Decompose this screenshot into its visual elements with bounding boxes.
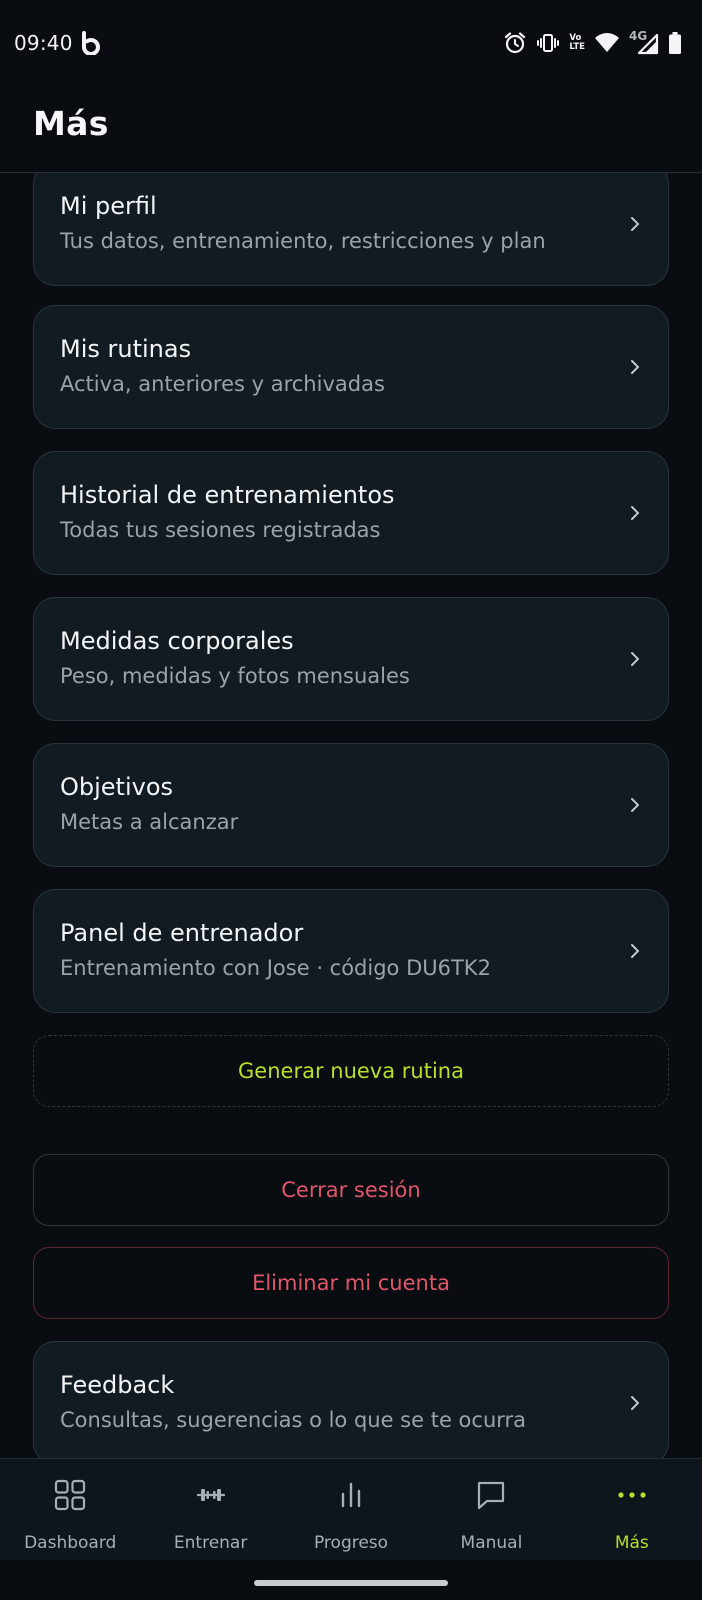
- card-subtitle: Entrenamiento con Jose · código DU6TK2: [60, 956, 491, 980]
- menu-card-historial[interactable]: Historial de entrenamientos Todas tus se…: [33, 451, 669, 575]
- chevron-right-icon: [631, 798, 639, 812]
- nav-label: Dashboard: [24, 1533, 117, 1553]
- menu-card-medidas-corporales[interactable]: Medidas corporales Peso, medidas y fotos…: [33, 597, 669, 721]
- menu-card-mis-rutinas[interactable]: Mis rutinas Activa, anteriores y archiva…: [33, 305, 669, 429]
- more-dots-icon: [616, 1479, 648, 1511]
- menu-card-objetivos[interactable]: Objetivos Metas a alcanzar: [33, 743, 669, 867]
- menu-card-panel-entrenador[interactable]: Panel de entrenador Entrenamiento con Jo…: [33, 889, 669, 1013]
- card-title: Feedback: [60, 1371, 175, 1399]
- card-title: Medidas corporales: [60, 627, 294, 655]
- chevron-right-icon: [631, 217, 639, 231]
- alarm-icon: [503, 31, 527, 55]
- card-subtitle: Metas a alcanzar: [60, 810, 239, 834]
- bottom-nav: Dashboard Entrenar Progreso Manual Más: [0, 1458, 702, 1561]
- volte-label-bottom: LTE: [569, 42, 585, 52]
- battery-icon: [668, 31, 682, 55]
- nav-item-entrenar[interactable]: Entrenar: [140, 1459, 280, 1561]
- card-subtitle: Todas tus sesiones registradas: [60, 518, 381, 542]
- message-square-icon: [475, 1479, 507, 1511]
- nav-label: Manual: [460, 1533, 523, 1553]
- signal-icon: 4G: [629, 29, 659, 55]
- grid-icon: [54, 1479, 86, 1511]
- delete-account-button[interactable]: Eliminar mi cuenta: [33, 1247, 669, 1319]
- status-bar: 09:40 Vo LTE 4G: [0, 0, 702, 88]
- menu-card-mi-perfil[interactable]: Mi perfil Tus datos, entrenamiento, rest…: [33, 173, 669, 286]
- vibrate-icon: [536, 31, 560, 55]
- chevron-right-icon: [631, 506, 639, 520]
- dumbbell-icon: [195, 1479, 227, 1511]
- home-indicator[interactable]: [254, 1580, 448, 1586]
- menu-list[interactable]: Mi perfil Tus datos, entrenamiento, rest…: [0, 173, 702, 1458]
- card-subtitle: Consultas, sugerencias o lo que se te oc…: [60, 1408, 527, 1432]
- nav-label: Entrenar: [173, 1533, 248, 1553]
- chevron-right-icon: [631, 360, 639, 374]
- card-subtitle: Tus datos, entrenamiento, restricciones …: [60, 229, 546, 253]
- card-subtitle: Peso, medidas y fotos mensuales: [60, 664, 410, 688]
- bar-chart-icon: [335, 1479, 367, 1511]
- wifi-icon: [594, 32, 620, 54]
- chevron-right-icon: [631, 652, 639, 666]
- card-title: Panel de entrenador: [60, 919, 304, 947]
- menu-card-feedback[interactable]: Feedback Consultas, sugerencias o lo que…: [33, 1341, 669, 1458]
- volte-icon: Vo LTE: [569, 34, 585, 52]
- card-title: Objetivos: [60, 773, 174, 801]
- app-b-logo-icon: [80, 31, 102, 56]
- nav-item-dashboard[interactable]: Dashboard: [0, 1459, 140, 1561]
- status-icons: Vo LTE 4G: [503, 29, 682, 56]
- nav-label: Más: [614, 1533, 649, 1553]
- nav-item-progreso[interactable]: Progreso: [281, 1459, 421, 1561]
- card-title: Mi perfil: [60, 192, 157, 220]
- generate-routine-button[interactable]: Generar nueva rutina: [33, 1035, 669, 1107]
- page-title: Más: [33, 104, 109, 143]
- nav-item-manual[interactable]: Manual: [421, 1459, 561, 1561]
- chevron-right-icon: [631, 1396, 639, 1410]
- card-title: Mis rutinas: [60, 335, 192, 363]
- status-time: 09:40: [14, 31, 73, 55]
- card-subtitle: Activa, anteriores y archivadas: [60, 372, 385, 396]
- chevron-right-icon: [631, 944, 639, 958]
- gesture-area: [0, 1560, 702, 1600]
- card-title: Historial de entrenamientos: [60, 481, 395, 509]
- page-header: Más: [0, 88, 702, 173]
- nav-item-mas[interactable]: Más: [562, 1459, 702, 1561]
- nav-label: Progreso: [313, 1533, 389, 1553]
- logout-button[interactable]: Cerrar sesión: [33, 1154, 669, 1226]
